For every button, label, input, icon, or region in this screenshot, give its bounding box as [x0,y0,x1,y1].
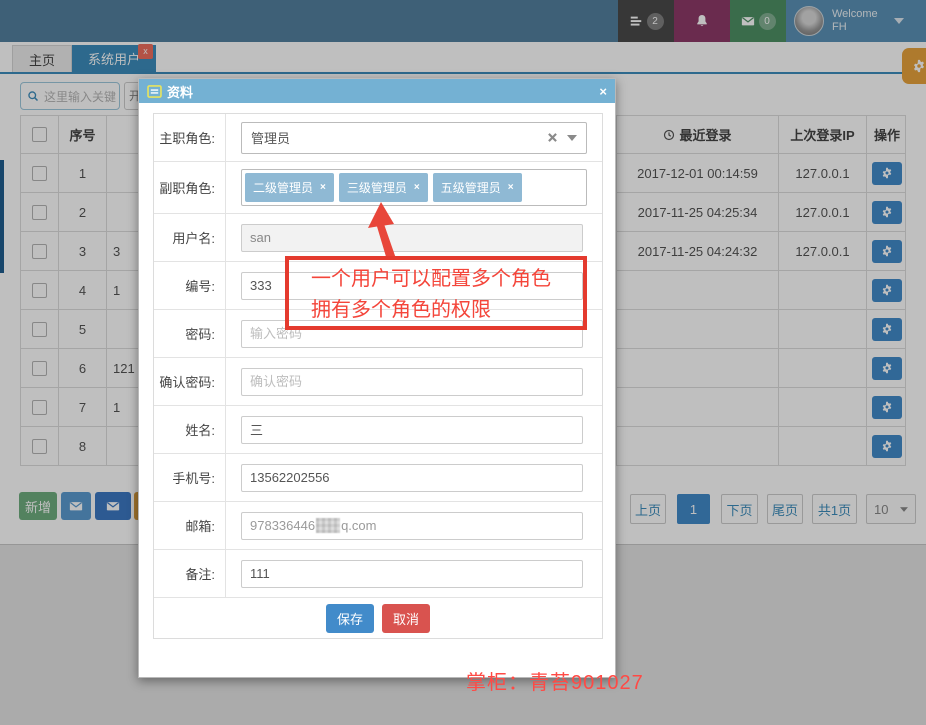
role-tag-label: 二级管理员 [253,181,314,195]
form-footer: 保存 取消 [154,598,602,638]
field-label: 手机号: [154,454,226,501]
field-label: 备注: [154,550,226,597]
email-suffix: q.com [341,518,377,533]
main-role-select[interactable]: 管理员 [241,121,587,154]
field-label: 密码: [154,310,226,357]
cancel-button[interactable]: 取消 [382,603,431,633]
role-tag: 二级管理员 × [245,173,334,202]
tag-remove-icon[interactable]: × [508,182,514,193]
form-row-remark: 备注: [154,550,602,598]
profile-form: 主职角色: 管理员 副职角色: 二级管理员 × 三级管理员 × 五级管理员 × … [153,113,603,639]
modal-title: 资料 [167,84,194,100]
clear-icon[interactable] [548,133,557,142]
username-field[interactable] [241,223,583,252]
sub-roles-multiselect[interactable]: 二级管理员 × 三级管理员 × 五级管理员 × [241,169,587,206]
field-label: 用户名: [154,214,226,261]
tag-remove-icon[interactable]: × [414,182,420,193]
password-confirm-field[interactable] [241,367,583,396]
main-role-value: 管理员 [251,131,291,146]
email-blur-patch [316,518,341,533]
screen: 2 0 Welcome FH 主页 系统用户 x 这里输入关键 开 序号 最近登… [0,0,926,725]
annotation-line: 拥有多个角色的权限 [311,299,491,321]
annotation-arrow [368,202,396,260]
field-label: 姓名: [154,406,226,453]
field-label: 编号: [154,262,226,309]
name-field[interactable] [241,415,583,444]
profile-modal: 资料 × 主职角色: 管理员 副职角色: 二级管理员 × 三级管理员 × 五级管… [138,78,616,678]
field-label: 主职角色: [154,114,226,161]
form-row-main-role: 主职角色: 管理员 [154,114,602,162]
role-tag-label: 五级管理员 [440,181,501,195]
field-label: 确认密码: [154,358,226,405]
form-row-phone: 手机号: [154,454,602,502]
role-tag-label: 三级管理员 [346,181,407,195]
email-prefix: 978336446 [250,518,316,533]
save-button[interactable]: 保存 [325,603,374,633]
annotation-line: 一个用户可以配置多个角色 [311,268,551,290]
chevron-down-icon[interactable] [567,135,577,141]
modal-close-button[interactable]: × [599,85,607,98]
form-row-password-confirm: 确认密码: [154,358,602,406]
form-row-name: 姓名: [154,406,602,454]
watermark-text: 掌柜：青苔901027 [466,672,644,694]
field-label: 邮箱: [154,502,226,549]
field-label: 副职角色: [154,162,226,213]
role-tag: 五级管理员 × [432,173,522,202]
modal-header: 资料 × [139,79,615,103]
remark-field[interactable] [241,559,583,588]
email-field[interactable]: 978336446 q.com [241,511,583,540]
form-row-email: 邮箱: 978336446 q.com [154,502,602,550]
role-tag: 三级管理员 × [338,173,428,202]
annotation-box: 一个用户可以配置多个角色 拥有多个角色的权限 [285,256,587,330]
phone-field[interactable] [241,463,583,492]
tag-remove-icon[interactable]: × [320,182,326,193]
form-icon [147,85,162,98]
